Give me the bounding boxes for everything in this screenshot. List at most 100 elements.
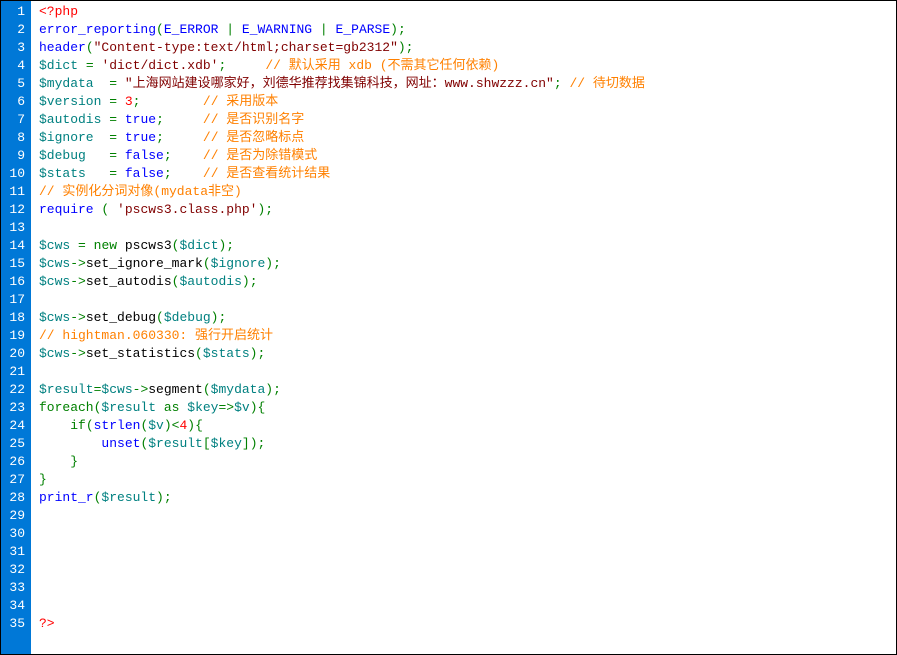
token	[78, 58, 86, 73]
line-number: 15	[5, 255, 25, 273]
token: ->	[70, 310, 86, 325]
token	[94, 76, 110, 91]
code-line[interactable]: ?>	[39, 615, 896, 633]
token: );	[219, 238, 235, 253]
token	[117, 148, 125, 163]
code-line[interactable]: }	[39, 471, 896, 489]
token: pscws3	[117, 238, 172, 253]
code-line[interactable]: if(strlen($v)<4){	[39, 417, 896, 435]
code-line[interactable]	[39, 219, 896, 237]
token: set_debug	[86, 310, 156, 325]
token	[39, 436, 101, 451]
token: 'pscws3.class.php'	[117, 202, 257, 217]
code-line[interactable]: $cws->set_autodis($autodis);	[39, 273, 896, 291]
token: $version	[39, 94, 101, 109]
token: $autodis	[179, 274, 241, 289]
token: }	[70, 454, 78, 469]
line-number: 31	[5, 543, 25, 561]
code-line[interactable]: // 实例化分词对像(mydata非空)	[39, 183, 896, 201]
token	[117, 76, 125, 91]
code-line[interactable]	[39, 597, 896, 615]
line-number: 17	[5, 291, 25, 309]
token: $cws	[39, 238, 70, 253]
token	[234, 22, 242, 37]
token: $ignore	[39, 130, 94, 145]
code-line[interactable]: header("Content-type:text/html;charset=g…	[39, 39, 896, 57]
token: (	[195, 346, 203, 361]
code-line[interactable]: error_reporting(E_ERROR | E_WARNING | E_…	[39, 21, 896, 39]
code-line[interactable]	[39, 363, 896, 381]
line-number: 22	[5, 381, 25, 399]
code-line[interactable]: $stats = false; // 是否查看统计结果	[39, 165, 896, 183]
code-line[interactable]	[39, 507, 896, 525]
token: );	[242, 274, 258, 289]
token	[94, 130, 110, 145]
token: (	[203, 382, 211, 397]
code-line[interactable]: foreach($result as $key=>$v){	[39, 399, 896, 417]
token: $cws	[101, 382, 132, 397]
token	[86, 238, 94, 253]
token: $result	[101, 490, 156, 505]
code-line[interactable]: require ( 'pscws3.class.php');	[39, 201, 896, 219]
code-line[interactable]	[39, 543, 896, 561]
token: // 是否忽略标点	[203, 130, 304, 145]
line-number: 16	[5, 273, 25, 291]
token: (	[86, 40, 94, 55]
token: $dict	[179, 238, 218, 253]
code-line[interactable]	[39, 525, 896, 543]
token: $autodis	[39, 112, 101, 127]
token: E_WARNING	[242, 22, 312, 37]
code-line[interactable]: }	[39, 453, 896, 471]
code-line[interactable]: $dict = 'dict/dict.xdb'; // 默认采用 xdb (不需…	[39, 57, 896, 75]
token: if(	[70, 418, 93, 433]
code-line[interactable]: $cws->set_statistics($stats);	[39, 345, 896, 363]
token	[86, 166, 109, 181]
line-number: 13	[5, 219, 25, 237]
code-line[interactable]	[39, 561, 896, 579]
code-line[interactable]	[39, 579, 896, 597]
token: unset	[101, 436, 140, 451]
token: $v	[148, 418, 164, 433]
token: true	[125, 130, 156, 145]
token	[39, 418, 70, 433]
token: <?php	[39, 4, 78, 19]
code-line[interactable]: print_r($result);	[39, 489, 896, 507]
token: // 是否识别名字	[203, 112, 304, 127]
code-line[interactable]	[39, 291, 896, 309]
code-line[interactable]: $cws->set_ignore_mark($ignore);	[39, 255, 896, 273]
code-line[interactable]: $version = 3; // 采用版本	[39, 93, 896, 111]
token: (	[156, 310, 164, 325]
code-line[interactable]: $result=$cws->segment($mydata);	[39, 381, 896, 399]
token	[86, 148, 109, 163]
code-line[interactable]: $cws->set_debug($debug);	[39, 309, 896, 327]
token: |	[320, 22, 328, 37]
token: header	[39, 40, 86, 55]
code-line[interactable]: <?php	[39, 3, 896, 21]
code-line[interactable]: unset($result[$key]);	[39, 435, 896, 453]
token: strlen	[94, 418, 141, 433]
line-number: 25	[5, 435, 25, 453]
code-line[interactable]: $ignore = true; // 是否忽略标点	[39, 129, 896, 147]
token: // 实例化分词对像(mydata非空)	[39, 184, 242, 199]
code-line[interactable]: $autodis = true; // 是否识别名字	[39, 111, 896, 129]
token: $cws	[39, 274, 70, 289]
code-line[interactable]: $debug = false; // 是否为除错模式	[39, 147, 896, 165]
token: =	[109, 112, 117, 127]
token: $result	[148, 436, 203, 451]
token: segment	[148, 382, 203, 397]
token: $result	[39, 382, 94, 397]
token	[328, 22, 336, 37]
token: as	[164, 400, 180, 415]
token: =>	[218, 400, 234, 415]
token	[226, 58, 265, 73]
token: ->	[70, 256, 86, 271]
token: "Content-type:text/html;charset=gb2312"	[94, 40, 398, 55]
token: false	[125, 148, 164, 163]
code-line[interactable]: $cws = new pscws3($dict);	[39, 237, 896, 255]
token: ){	[250, 400, 266, 415]
token: require	[39, 202, 94, 217]
code-area[interactable]: <?php error_reporting(E_ERROR | E_WARNING…	[31, 1, 896, 654]
token: ){	[187, 418, 203, 433]
code-line[interactable]: // hightman.060330: 强行开启统计	[39, 327, 896, 345]
code-line[interactable]: $mydata = "上海网站建设哪家好，刘德华推荐找集锦科技，网址：www.s…	[39, 75, 896, 93]
